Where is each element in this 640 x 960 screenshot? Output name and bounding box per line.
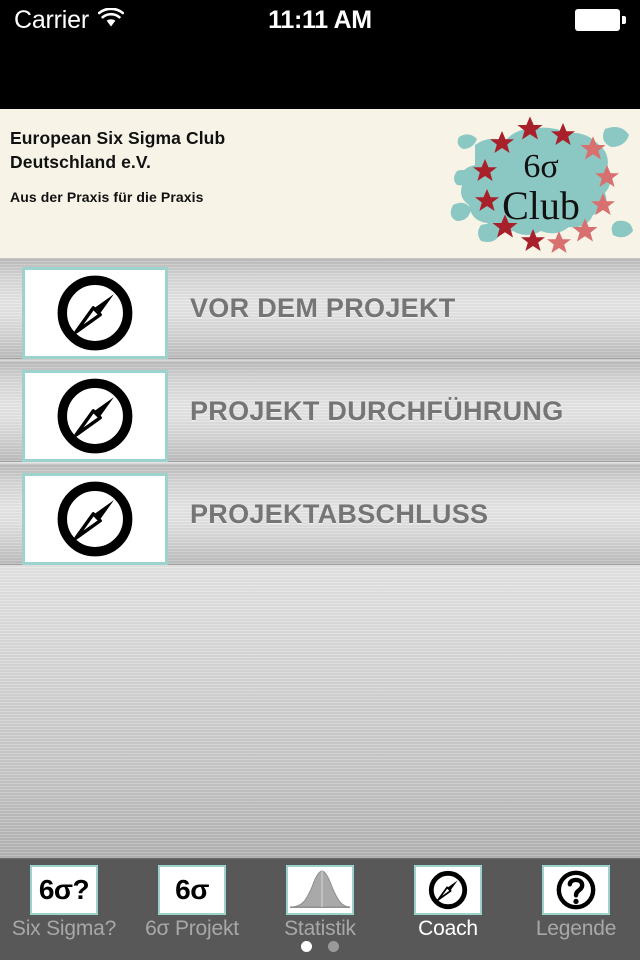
header-subtitle: Aus der Praxis für die Praxis [10,189,204,205]
compass-icon [57,378,133,454]
compass-icon-tile [22,267,168,359]
compass-icon [414,865,482,915]
main-content: VOR DEM PROJEKT PROJEKT DURCHFÜHRUNG PRO… [0,258,640,858]
compass-icon-tile [22,473,168,565]
page-dot-1[interactable] [301,941,312,952]
six-sigma-icon-text: 6σ [175,874,209,905]
six-sigma-club-europe-logo: 6σ Club [445,109,640,258]
menu-row-projekt-durchfuehrung[interactable]: PROJEKT DURCHFÜHRUNG [0,361,640,462]
compass-icon [57,481,133,557]
header-title-line2: Deutschland e.V. [10,152,152,172]
header-title-line1: European Six Sigma Club [10,128,226,148]
tab-label-six-sigma-projekt: 6σ Projekt [145,917,239,940]
app-screen: Carrier 11:11 AM European Six Sigma Club… [0,0,640,960]
six-sigma-question-icon-text: 6σ? [38,874,90,905]
question-mark-icon [542,865,610,915]
menu-row-label: PROJEKTABSCHLUSS [190,499,489,529]
tab-label-statistik: Statistik [284,917,356,940]
page-indicator[interactable] [0,941,640,952]
menu-row-vor-dem-projekt[interactable]: VOR DEM PROJEKT [0,258,640,359]
menu-row-label: PROJEKT DURCHFÜHRUNG [190,396,564,426]
club-header-banner: European Six Sigma Club Deutschland e.V.… [0,109,640,258]
clock-label: 11:11 AM [268,5,372,34]
menu-row-projektabschluss[interactable]: PROJEKTABSCHLUSS [0,464,640,565]
tab-label-six-sigma-question: Six Sigma? [11,917,117,940]
top-black-area [0,40,640,109]
page-dot-2[interactable] [328,941,339,952]
compass-icon-tile [22,370,168,462]
tab-label-legende: Legende [535,917,617,940]
svg-text:Club: Club [502,183,580,228]
six-sigma-icon: 6σ [158,865,226,915]
battery-full-icon [575,9,626,31]
status-bar: Carrier 11:11 AM [0,0,640,40]
six-sigma-question-icon: 6σ? [30,865,98,915]
svg-text:6σ: 6σ [523,148,558,185]
header-text-block: European Six Sigma Club Deutschland e.V.… [10,126,225,205]
menu-row-label: VOR DEM PROJEKT [190,293,456,323]
tab-label-coach: Coach [418,917,478,940]
bell-curve-icon [286,865,354,915]
compass-icon [57,275,133,351]
